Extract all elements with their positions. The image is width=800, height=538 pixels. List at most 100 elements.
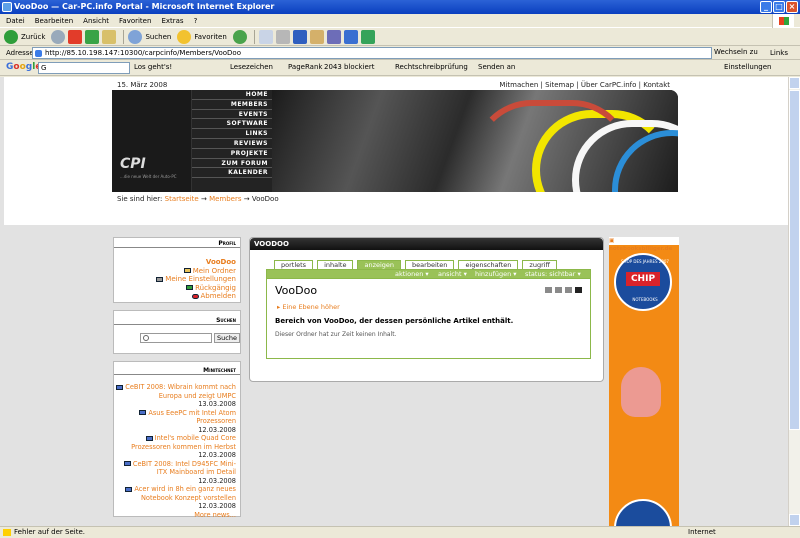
status-menu[interactable]: status: sichtbar ▾ xyxy=(525,270,581,279)
seal-bottom-text: NOTEBOOKS xyxy=(632,297,658,302)
favorites-star-icon[interactable] xyxy=(177,29,192,44)
news-item[interactable]: Intel's mobile Quad Core Prozessoren kom… xyxy=(114,434,240,460)
print-icon[interactable] xyxy=(555,287,562,293)
scroll-up-button[interactable] xyxy=(789,77,800,89)
menu-favoriten[interactable]: Favoriten xyxy=(119,17,151,25)
search-field[interactable] xyxy=(140,333,212,343)
pagerank-indicator: PageRank xyxy=(288,63,323,71)
home-icon[interactable] xyxy=(102,29,117,44)
news-item[interactable]: Acer wird in 8h ein ganz neues Notebook … xyxy=(114,485,240,511)
advertisement-banner[interactable]: SHOP DES JAHRES 2007 CHIP NOTEBOOKS xyxy=(609,237,679,526)
forward-arrow-icon[interactable] xyxy=(51,29,66,44)
send-to-button[interactable]: Senden an xyxy=(478,63,515,71)
fullscreen-icon[interactable] xyxy=(575,287,582,293)
menu-help[interactable]: ? xyxy=(194,17,198,25)
tab-eigenschaften[interactable]: eigenschaften xyxy=(458,260,519,269)
menu-bar: Datei Bearbeiten Ansicht Favoriten Extra… xyxy=(0,14,800,28)
spellcheck-button[interactable]: Rechtschreibprüfung xyxy=(395,63,468,71)
my-settings-link[interactable]: Meine Einstellungen xyxy=(114,275,240,284)
news-item[interactable]: CeBIT 2008: Wibrain kommt nach Europa un… xyxy=(114,383,240,409)
tab-zugriff[interactable]: zugriff xyxy=(522,260,558,269)
tools-icon[interactable] xyxy=(360,29,375,44)
bookmarks-button[interactable]: Lesezeichen xyxy=(230,63,273,71)
scroll-down-button[interactable] xyxy=(789,514,800,526)
google-search-input[interactable]: G xyxy=(38,62,130,74)
top-links[interactable]: Mitmachen | Sitemap | Über CarPC.info | … xyxy=(499,81,670,89)
news-item[interactable]: CeBIT 2008: Intel D945FC Mini-ITX Mainbo… xyxy=(114,460,240,486)
menu-datei[interactable]: Datei xyxy=(6,17,25,25)
breadcrumb-members[interactable]: Members xyxy=(209,195,241,203)
stop-icon[interactable] xyxy=(68,29,83,44)
discuss-icon[interactable] xyxy=(309,29,324,44)
breadcrumb-startseite[interactable]: Startseite xyxy=(165,195,199,203)
research-icon[interactable] xyxy=(343,29,358,44)
tab-bearbeiten[interactable]: bearbeiten xyxy=(405,260,455,269)
nav-members[interactable]: MEMBERS xyxy=(192,100,272,110)
nav-kalender[interactable]: KALENDER xyxy=(192,168,272,179)
window-title: VooDoo — Car-PC.info Portal - Microsoft … xyxy=(14,2,275,11)
logout-link[interactable]: Abmelden xyxy=(114,292,240,301)
site-logo[interactable]: CPI ...die neue Welt der Auto-PC xyxy=(112,90,192,192)
tab-inhalte[interactable]: inhalte xyxy=(317,260,354,269)
nav-events[interactable]: EVENTS xyxy=(192,110,272,120)
status-message[interactable]: Fehler auf der Seite. xyxy=(3,527,85,538)
window-controls: _ □ × xyxy=(760,1,798,13)
nav-home[interactable]: HOME xyxy=(192,90,272,100)
mail-icon[interactable] xyxy=(258,29,273,44)
view-menu[interactable]: ansicht ▾ xyxy=(438,270,467,279)
word-edit-icon[interactable] xyxy=(292,29,307,44)
add-menu[interactable]: hinzufügen ▾ xyxy=(475,270,517,279)
undo-link[interactable]: Rückgängig xyxy=(114,284,240,293)
my-folder-link[interactable]: Mein Ordner xyxy=(114,267,240,276)
minimize-button[interactable]: _ xyxy=(760,1,772,13)
suchen-title: Suchen xyxy=(114,315,240,325)
nav-zum-forum[interactable]: ZUM FORUM xyxy=(192,159,272,169)
security-zone: Internet xyxy=(688,528,716,536)
messenger-icon[interactable] xyxy=(326,29,341,44)
close-button[interactable]: × xyxy=(786,1,798,13)
tab-portlets[interactable]: portlets xyxy=(274,260,314,269)
history-icon[interactable] xyxy=(232,29,247,44)
windows-logo-icon xyxy=(772,14,794,28)
print-icon[interactable] xyxy=(275,29,290,44)
profil-portlet: Profil VooDoo Mein Ordner Meine Einstell… xyxy=(113,237,241,303)
links-button[interactable]: Links xyxy=(770,49,788,57)
breadcrumb-arrow: → xyxy=(200,195,207,203)
up-one-level-link[interactable]: ▸ Eine Ebene höher xyxy=(277,303,340,311)
toolbar-separator xyxy=(123,29,125,44)
maximize-button[interactable]: □ xyxy=(773,1,785,13)
refresh-icon[interactable] xyxy=(85,29,100,44)
popup-blocker[interactable]: 2043 blockiert xyxy=(324,63,375,71)
back-arrow-icon[interactable] xyxy=(4,29,18,44)
vertical-scrollbar[interactable] xyxy=(788,77,800,526)
cables-banner-image xyxy=(272,90,678,192)
actions-menu[interactable]: aktionen ▾ xyxy=(395,270,429,279)
go-button[interactable]: Wechseln zu xyxy=(714,48,758,56)
more-news-link[interactable]: More news... xyxy=(114,511,240,520)
nav-software[interactable]: SOFTWARE xyxy=(192,119,272,130)
bookmark-icon[interactable] xyxy=(565,287,572,293)
news-item[interactable]: Asus EeePC mit Intel Atom Prozessoren 12.… xyxy=(114,409,240,435)
content-tabs: portlets inhalte anzeigen bearbeiten eig… xyxy=(274,260,558,269)
nav-links[interactable]: LINKS xyxy=(192,129,272,139)
site-header: 15. März 2008 Mitmachen | Sitemap | Über… xyxy=(4,77,788,225)
address-input[interactable]: http://85.10.198.147:10300/carpcinfo/Mem… xyxy=(32,47,712,59)
profil-user-link[interactable]: VooDoo xyxy=(114,258,240,267)
google-settings-button[interactable]: Einstellungen xyxy=(724,63,771,71)
favorites-button[interactable]: Favoriten xyxy=(194,33,226,41)
scroll-thumb[interactable] xyxy=(789,90,800,430)
search-button[interactable]: Suchen xyxy=(145,33,171,41)
back-button[interactable]: Zurück xyxy=(21,33,45,41)
nav-reviews[interactable]: REVIEWS xyxy=(192,139,272,149)
menu-extras[interactable]: Extras xyxy=(161,17,183,25)
menu-bearbeiten[interactable]: Bearbeiten xyxy=(35,17,73,25)
magnifier-icon xyxy=(143,335,149,341)
document-title: VooDoo xyxy=(275,284,318,297)
google-go-button[interactable]: Los geht's! xyxy=(134,63,172,71)
search-icon[interactable] xyxy=(128,29,143,44)
menu-ansicht[interactable]: Ansicht xyxy=(83,17,109,25)
tab-anzeigen[interactable]: anzeigen xyxy=(357,260,402,269)
send-email-icon[interactable] xyxy=(545,287,552,293)
nav-projekte[interactable]: PROJEKTE xyxy=(192,149,272,159)
search-submit-button[interactable]: Suche xyxy=(214,333,240,343)
